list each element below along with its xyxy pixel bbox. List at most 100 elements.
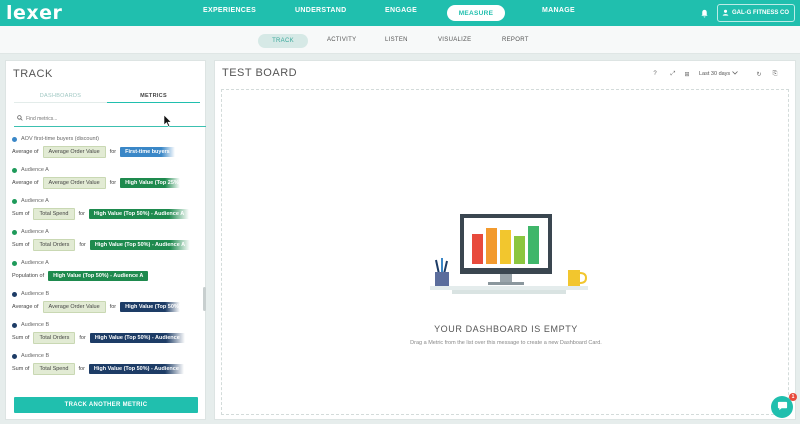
list-item[interactable]: Audience B Average of Average Order Value… (12, 290, 201, 313)
for-label: for (78, 366, 85, 372)
expand-icon[interactable]: ⤢ (667, 68, 679, 80)
illustration-bar (528, 226, 539, 264)
track-another-metric-button[interactable]: TRACK ANOTHER METRIC (14, 397, 198, 413)
nav-experiences[interactable]: EXPERIENCES (203, 7, 256, 14)
metric-name: Audience B (21, 353, 50, 359)
metric-name: Audience A (21, 260, 49, 266)
board-panel: TEST BOARD ? ⤢ ⊞ Last 30 days ↻ ⎘ YOUR D… (214, 60, 796, 420)
board-title: TEST BOARD (222, 67, 298, 79)
lexer-logo[interactable]: lexer (6, 2, 62, 24)
agg-pill: Average Order Value (42, 177, 106, 189)
chat-badge: 1 (789, 393, 797, 401)
for-label: for (78, 211, 85, 217)
agg-prefix: Average of (12, 149, 39, 155)
metric-search-input[interactable] (26, 115, 176, 122)
tab-report[interactable]: REPORT (502, 37, 529, 43)
mouse-cursor-icon (163, 114, 172, 127)
empty-dashboard-subtitle: Drag a Metric from the list over this me… (410, 340, 602, 346)
tab-visualize[interactable]: VISUALIZE (438, 37, 471, 43)
tab-activity[interactable]: ACTIVITY (327, 37, 356, 43)
export-icon[interactable]: ⎘ (769, 68, 781, 80)
chat-icon (777, 398, 788, 416)
agg-prefix: Population of (12, 273, 45, 279)
sub-navigation: TRACK ACTIVITY LISTEN VISUALIZE REPORT (0, 26, 800, 54)
list-item[interactable]: AOV first-time buyers (discount) Average… (12, 135, 201, 158)
status-dot (12, 167, 17, 173)
tab-metrics[interactable]: METRICS (107, 89, 200, 103)
metric-name: Audience B (21, 291, 50, 297)
track-tabs: DASHBOARDS METRICS (14, 89, 200, 103)
audience-pill: High Value (Top 50%) - Audience A (88, 209, 189, 219)
audience-pill: High Value (Top 25%) (120, 178, 181, 188)
for-label: for (109, 180, 117, 186)
user-icon (722, 9, 729, 18)
metric-name: Audience A (21, 198, 49, 204)
agg-pill: Total Orders (33, 332, 76, 344)
agg-prefix: Sum of (12, 242, 30, 248)
for-label: for (79, 335, 86, 341)
grid-icon[interactable]: ⊞ (681, 68, 693, 80)
metric-name: Audience A (21, 167, 49, 173)
audience-pill: First-time buyers (120, 147, 175, 157)
status-dot (12, 198, 17, 204)
chevron-down-icon (732, 71, 738, 77)
agg-prefix: Sum of (12, 211, 30, 217)
metric-list-scrollbar[interactable] (203, 287, 206, 311)
metric-name: AOV first-time buyers (discount) (21, 136, 99, 142)
nav-understand[interactable]: UNDERSTAND (295, 7, 346, 14)
metric-name: Audience B (21, 322, 50, 328)
refresh-icon[interactable]: ↻ (753, 68, 765, 80)
agg-pill: Total Spend (33, 208, 75, 220)
status-dot (12, 291, 17, 297)
audience-pill: High Value (Top 50%) (120, 302, 181, 312)
for-label: for (109, 149, 117, 155)
tab-listen[interactable]: LISTEN (385, 37, 408, 43)
audience-pill: High Value (Top 50%) - Audience A (48, 271, 149, 281)
nav-engage[interactable]: ENGAGE (385, 7, 417, 14)
status-dot (12, 136, 17, 142)
list-item[interactable]: Audience A Sum of Total Spend for High Valu… (12, 197, 201, 220)
empty-dashboard-illustration (430, 208, 590, 313)
empty-dashboard-title: YOUR DASHBOARD IS EMPTY (434, 324, 578, 334)
agg-pill: Total Spend (33, 363, 75, 375)
help-icon[interactable]: ? (649, 68, 661, 80)
illustration-bar (472, 234, 483, 264)
tab-track[interactable]: TRACK (258, 34, 308, 48)
top-navigation: lexer EXPERIENCES UNDERSTAND ENGAGE MEAS… (0, 0, 800, 26)
metric-name: Audience A (21, 229, 49, 235)
dashboard-drop-zone[interactable]: YOUR DASHBOARD IS EMPTY Drag a Metric fr… (221, 89, 789, 415)
nav-measure[interactable]: MEASURE (447, 5, 505, 21)
date-range-select[interactable]: Last 30 days (699, 68, 747, 80)
status-dot (12, 260, 17, 266)
agg-prefix: Average of (12, 180, 39, 186)
for-label: for (109, 304, 117, 310)
account-switcher[interactable]: GAL-G FITNESS CO (717, 4, 795, 22)
for-label: for (79, 242, 86, 248)
list-item[interactable]: Audience B Sum of Total Orders for High Val… (12, 321, 201, 344)
search-icon (17, 114, 23, 123)
list-item[interactable]: Audience B Sum of Total Spend for High Valu… (12, 352, 201, 375)
status-dot (12, 229, 17, 235)
agg-prefix: Sum of (12, 366, 30, 372)
agg-pill: Average Order Value (42, 146, 106, 158)
illustration-bar (486, 228, 497, 264)
list-item[interactable]: Audience A Average of Average Order Value… (12, 166, 201, 189)
agg-prefix: Sum of (12, 335, 30, 341)
track-title: TRACK (13, 68, 53, 80)
list-item[interactable]: Audience A Sum of Total Orders for High Val… (12, 228, 201, 251)
audience-pill: High Value (Top 50%) - Audience A (89, 240, 190, 250)
date-range-value: Last 30 days (699, 71, 731, 77)
illustration-bar (500, 230, 511, 264)
metric-search (14, 111, 206, 127)
audience-pill: High Value (Top 50%) - Audience (89, 333, 185, 343)
agg-pill: Average Order Value (42, 301, 106, 313)
list-item[interactable]: Audience A Population of High Value (Top … (12, 259, 201, 282)
illustration-bar (514, 236, 525, 264)
agg-pill: Total Orders (33, 239, 76, 251)
tab-dashboards[interactable]: DASHBOARDS (14, 89, 107, 103)
track-panel: TRACK DASHBOARDS METRICS AOV first-time … (5, 60, 206, 420)
audience-pill: High Value (Top 50%) - Audience (88, 364, 184, 374)
status-dot (12, 322, 17, 328)
bell-icon[interactable] (697, 6, 711, 20)
nav-manage[interactable]: MANAGE (542, 7, 575, 14)
